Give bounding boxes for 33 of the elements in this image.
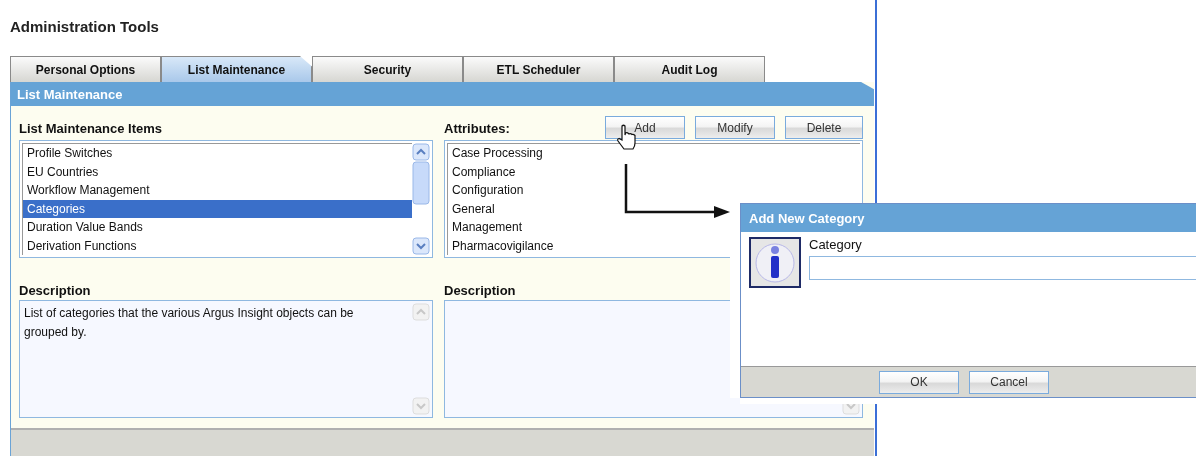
info-icon: [749, 237, 801, 288]
description-label: Description: [19, 282, 91, 300]
panel-title: List Maintenance: [11, 82, 874, 106]
tab[interactable]: Personal Options: [10, 56, 161, 82]
attributes-label: Attributes:: [444, 120, 510, 138]
description-field[interactable]: List of categories that the various Argus Insight objects can be grouped by.: [19, 300, 433, 418]
dialog-button[interactable]: OK: [879, 370, 959, 394]
items-list[interactable]: Profile Switches EU Countries Workflow Management Categories Duration Value Bands Derivation Functions: [19, 140, 433, 258]
list-item[interactable]: EU Countries: [23, 162, 412, 181]
tab[interactable]: ETL Scheduler: [463, 56, 614, 82]
dialog-button[interactable]: Cancel: [969, 370, 1049, 394]
page-title: Administration Tools: [10, 18, 160, 37]
list-item[interactable]: Case Processing: [448, 144, 860, 163]
list-item[interactable]: Duration Value Bands: [23, 218, 412, 237]
action-button[interactable]: Add: [605, 116, 685, 139]
action-button[interactable]: Modify: [695, 116, 775, 139]
list-label: List Maintenance Items: [19, 120, 163, 138]
list-item[interactable]: Derivation Functions: [23, 236, 412, 255]
category-field[interactable]: [809, 256, 1196, 280]
field-label: Category: [809, 237, 863, 254]
description-label: Description: [444, 282, 516, 300]
tab[interactable]: Security: [312, 56, 463, 82]
action-button[interactable]: Delete: [785, 116, 863, 139]
scrollbar[interactable]: [412, 143, 430, 255]
dialog-title: Add New Category: [741, 204, 1196, 232]
list-item[interactable]: Configuration: [448, 181, 860, 200]
tab[interactable]: Audit Log: [614, 56, 765, 82]
list-item[interactable]: Compliance: [448, 162, 860, 181]
scrollbar[interactable]: [412, 303, 430, 415]
list-item[interactable]: Categories: [23, 199, 412, 218]
tab[interactable]: List Maintenance: [161, 56, 312, 82]
list-item[interactable]: Profile Switches: [23, 144, 412, 163]
list-item[interactable]: Workflow Management: [23, 181, 412, 200]
